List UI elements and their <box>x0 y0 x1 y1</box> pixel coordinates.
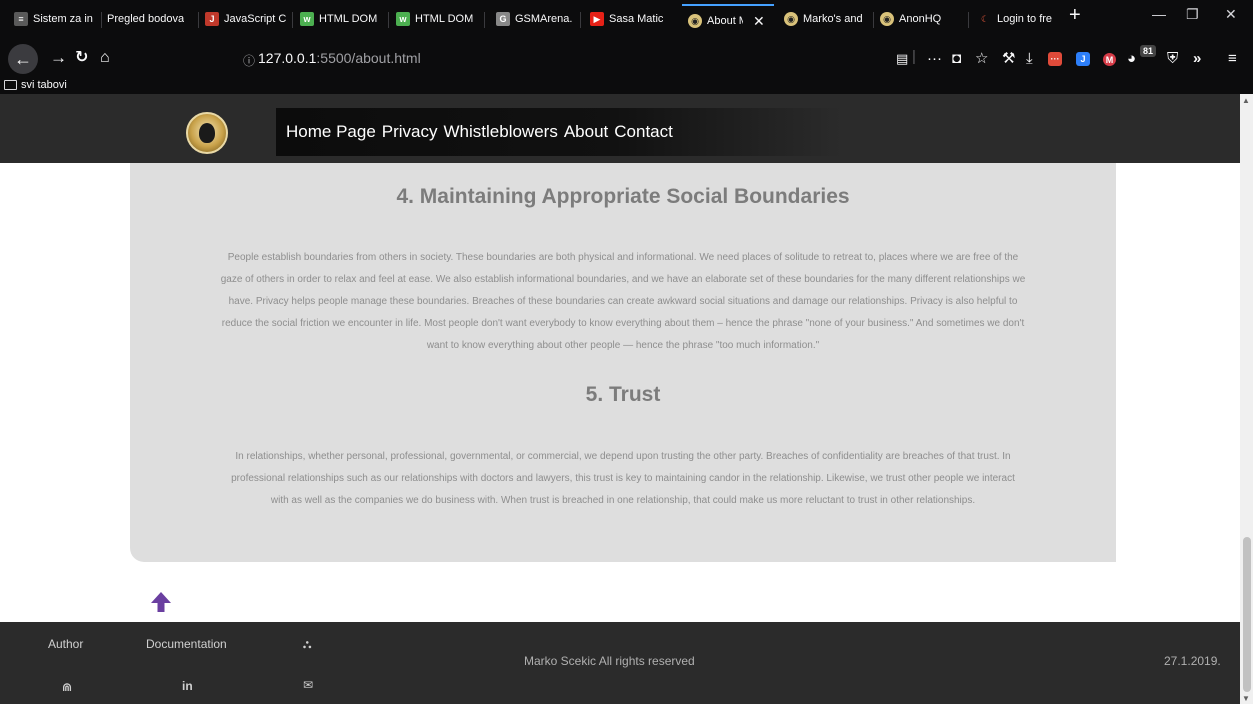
tab-markos[interactable]: ◉ Marko's and <box>784 8 870 30</box>
tab-favicon-icon: w <box>300 12 314 26</box>
json-viewer-icon[interactable]: J <box>1076 52 1090 66</box>
section-text-social-boundaries: People establish boundaries from others … <box>220 252 1026 351</box>
footer-author-link[interactable]: Author <box>48 637 83 651</box>
tab-html-dom-1[interactable]: w HTML DOM <box>300 8 384 30</box>
browser-toolbar <box>0 34 1253 84</box>
download-icon[interactable]: ⤓ <box>1026 50 1033 68</box>
youtube-icon: ▶ <box>590 12 604 26</box>
minimize-icon[interactable]: — <box>1152 6 1166 22</box>
notification-badge: 81 <box>1140 45 1156 57</box>
site-header: Home Page Privacy Whistleblowers About C… <box>0 94 1240 163</box>
menu-home-page[interactable]: Home Page <box>286 122 376 142</box>
bookmark-folder-svi-tabovi[interactable]: svi tabovi <box>4 79 67 91</box>
divider-icon: | <box>912 48 916 65</box>
reader-mode-icon[interactable]: ▤ <box>896 50 908 68</box>
site-footer: Author Documentation ⛬ Marko Scekic All … <box>0 622 1240 704</box>
mega-icon[interactable]: M <box>1103 53 1116 66</box>
rss-icon[interactable]: ⋒ <box>62 680 72 694</box>
main-menu: Home Page Privacy Whistleblowers About C… <box>276 108 842 156</box>
close-tab-icon[interactable]: ✕ <box>753 13 765 30</box>
reload-button[interactable]: ↻ <box>75 49 88 67</box>
tab-login[interactable]: ☾ Login to fre <box>978 8 1060 30</box>
tab-favicon-icon: ☾ <box>980 13 990 24</box>
page-actions-icon[interactable]: ··· <box>927 50 942 68</box>
browser-tab-bar: ≡ Sistem za in Pregled bodova J JavaScri… <box>0 0 1253 34</box>
footer-documentation-link[interactable]: Documentation <box>146 637 227 651</box>
ublock-icon[interactable]: ⛨ <box>1167 50 1178 68</box>
arrow-right-icon: → <box>50 48 67 67</box>
tab-favicon-icon: w <box>396 12 410 26</box>
linkedin-icon[interactable]: in <box>182 679 193 693</box>
section-text-trust: In relationships, whether personal, prof… <box>231 451 1015 506</box>
scrollbar-thumb[interactable] <box>1243 537 1251 692</box>
tab-html-dom-2[interactable]: w HTML DOM <box>396 8 480 30</box>
sitemap-icon[interactable]: ⛬ <box>303 637 311 652</box>
home-icon: ⌂ <box>100 49 110 66</box>
menu-privacy[interactable]: Privacy <box>382 122 438 142</box>
content-card: 4. Maintaining Appropriate Social Bounda… <box>130 163 1116 562</box>
hamburger-menu-icon[interactable]: ≡ <box>1228 50 1237 68</box>
close-window-icon[interactable]: ✕ <box>1225 6 1237 23</box>
tab-javascript[interactable]: J JavaScript C <box>205 8 289 30</box>
footer-date: 27.1.2019. <box>1164 654 1221 668</box>
bookmarks-bar <box>0 78 1253 94</box>
tab-favicon-icon: ◉ <box>784 12 798 26</box>
tab-favicon-icon: ◉ <box>688 14 702 28</box>
menu-whistleblowers[interactable]: Whistleblowers <box>444 122 558 142</box>
folder-icon <box>4 80 17 90</box>
tab-about-active[interactable]: ◉ About M ✕ <box>682 4 774 34</box>
reload-icon: ↻ <box>75 49 89 66</box>
email-icon[interactable]: ✉ <box>303 678 313 692</box>
url-bar[interactable]: 127.0.0.1:5500/about.html <box>258 50 421 66</box>
wrench-icon[interactable]: ⚒ <box>1002 50 1015 68</box>
section-title-trust: 5. Trust <box>585 383 661 406</box>
home-button[interactable]: ⌂ <box>100 49 110 67</box>
scroll-up-icon[interactable]: ▲ <box>1242 96 1250 105</box>
tab-gsmarena[interactable]: G GSMArena. <box>496 8 580 30</box>
tab-sistem[interactable]: ≡ Sistem za in <box>14 8 96 30</box>
anonymous-logo-icon[interactable] <box>186 112 228 154</box>
footer-copyright: Marko Scekic All rights reserved <box>524 654 695 668</box>
overflow-menu-icon[interactable]: » <box>1193 50 1201 68</box>
extension-icon[interactable]: ◕ <box>1127 50 1136 68</box>
menu-contact[interactable]: Contact <box>614 122 673 142</box>
tab-favicon-icon: G <box>496 12 510 26</box>
tab-favicon-icon: ◉ <box>880 12 894 26</box>
menu-about[interactable]: About <box>564 122 608 142</box>
page-viewport: Home Page Privacy Whistleblowers About C… <box>0 94 1240 704</box>
tab-pregled-bodova[interactable]: Pregled bodova <box>107 8 195 30</box>
arrow-left-icon: ← <box>14 48 32 69</box>
scroll-down-icon[interactable]: ▼ <box>1242 694 1250 703</box>
scroll-to-top-arrow-icon[interactable] <box>149 590 173 614</box>
tab-favicon-icon: J <box>205 12 219 26</box>
tab-sasa-matic[interactable]: ▶ Sasa Matic <box>590 8 674 30</box>
back-button[interactable]: ← <box>8 44 38 74</box>
bookmark-star-icon[interactable]: ☆ <box>975 50 988 68</box>
section-title-social-boundaries: 4. Maintaining Appropriate Social Bounda… <box>396 185 850 208</box>
pocket-icon[interactable]: ◘ <box>952 50 961 68</box>
lastpass-icon[interactable]: ··· <box>1048 52 1062 66</box>
new-tab-button[interactable]: + <box>1069 4 1081 27</box>
site-info-icon[interactable]: ⓘ <box>243 52 255 69</box>
tab-favicon-icon: ≡ <box>14 12 28 26</box>
tab-anonhq[interactable]: ◉ AnonHQ <box>880 8 964 30</box>
restore-icon[interactable]: ❐ <box>1186 6 1199 23</box>
forward-button[interactable]: → <box>50 49 67 67</box>
